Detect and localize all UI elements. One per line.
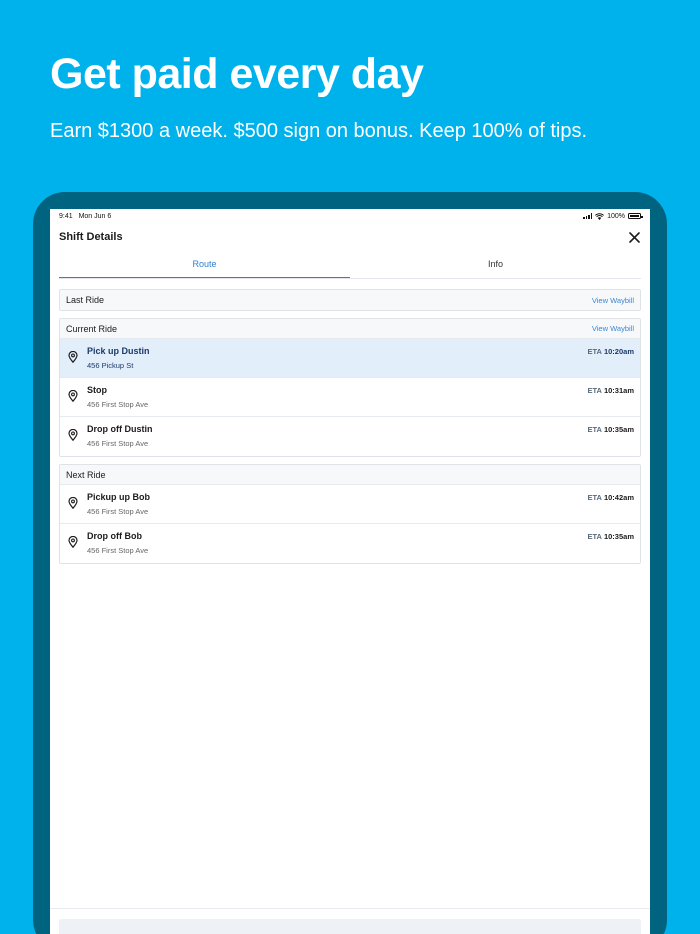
page-title: Shift Details xyxy=(59,231,123,243)
stop-title: Pick up Dustin xyxy=(87,346,150,356)
section-title: Current Ride xyxy=(66,323,118,334)
stop-eta: ETA 10:20am xyxy=(587,347,634,356)
section-title: Last Ride xyxy=(66,295,105,305)
stop-eta: ETA 10:42am xyxy=(587,493,634,502)
stop-title: Stop xyxy=(87,385,107,395)
route-content: Last Ride View Waybill Current Ride View… xyxy=(50,279,650,564)
status-bar: 9:41 Mon Jun 6 100% xyxy=(50,209,650,223)
current-ride-section: Current Ride View Waybill Pick up Dustin… xyxy=(59,318,641,457)
list-item[interactable]: Pickup up Bob 456 First Stop Ave ETA 10:4… xyxy=(60,485,640,524)
current-ride-header: Current Ride View Waybill xyxy=(60,319,640,339)
stop-title: Drop off Bob xyxy=(87,531,142,541)
battery-icon xyxy=(628,213,643,219)
last-ride-section: Last Ride View Waybill xyxy=(59,289,641,311)
list-item[interactable]: Pick up Dustin 456 Pickup St ETA 10:20am xyxy=(60,339,640,378)
promo-headline: Get paid every day xyxy=(50,50,424,98)
status-date: Mon Jun 6 xyxy=(78,212,112,220)
stop-address: 456 First Stop Ave xyxy=(87,546,149,555)
stop-address: 456 First Stop Ave xyxy=(87,400,149,409)
tab-info[interactable]: Info xyxy=(350,251,641,278)
battery-percent: 100% xyxy=(607,212,625,220)
next-ride-header: Next Ride xyxy=(60,465,640,485)
wifi-icon xyxy=(595,212,605,220)
footer-action-bar[interactable] xyxy=(59,919,641,934)
status-time: 9:41 xyxy=(59,212,73,220)
list-item[interactable]: Stop 456 First Stop Ave ETA 10:31am xyxy=(60,378,640,417)
map-pin-icon xyxy=(66,497,79,509)
map-pin-icon xyxy=(66,351,79,363)
promo-subline: Earn $1300 a week. $500 sign on bonus. K… xyxy=(50,120,588,142)
view-waybill-link[interactable]: View Waybill xyxy=(592,324,634,333)
tablet-screen: 9:41 Mon Jun 6 100% Shift Details Route … xyxy=(50,209,650,934)
stop-eta: ETA 10:35am xyxy=(587,425,634,434)
stop-address: 456 First Stop Ave xyxy=(87,507,149,516)
tab-route[interactable]: Route xyxy=(59,251,350,278)
next-ride-section: Next Ride Pickup up Bob 456 First Stop A… xyxy=(59,464,641,564)
last-ride-header[interactable]: Last Ride View Waybill xyxy=(60,290,640,310)
stop-address: 456 Pickup St xyxy=(87,361,134,370)
tab-bar: Route Info xyxy=(59,251,641,279)
stop-address: 456 First Stop Ave xyxy=(87,439,149,448)
close-icon[interactable] xyxy=(627,230,641,244)
cellular-signal-icon xyxy=(583,213,593,219)
map-pin-icon xyxy=(66,536,79,548)
list-item[interactable]: Drop off Dustin 456 First Stop Ave ETA 10… xyxy=(60,417,640,456)
view-waybill-link[interactable]: View Waybill xyxy=(592,296,634,305)
stop-eta: ETA 10:31am xyxy=(587,386,634,395)
stop-title: Drop off Dustin xyxy=(87,424,153,434)
map-pin-icon xyxy=(66,390,79,402)
section-title: Next Ride xyxy=(66,469,106,480)
header: Shift Details xyxy=(50,223,650,251)
stop-title: Pickup up Bob xyxy=(87,492,150,502)
footer-divider xyxy=(50,908,650,909)
map-pin-icon xyxy=(66,429,79,441)
list-item[interactable]: Drop off Bob 456 First Stop Ave ETA 10:35… xyxy=(60,524,640,563)
stop-eta: ETA 10:35am xyxy=(587,532,634,541)
